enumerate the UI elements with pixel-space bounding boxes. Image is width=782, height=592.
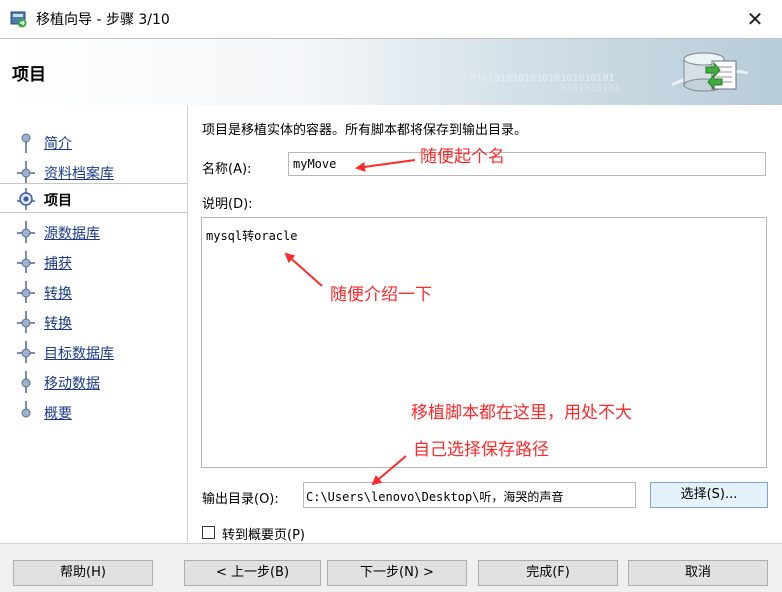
step-convert-1[interactable]: 转换 (0, 277, 187, 305)
step-convert-2[interactable]: 转换 (0, 307, 187, 335)
name-input[interactable]: myMove (288, 152, 766, 176)
annotation-name: 随便起个名 (420, 147, 505, 167)
name-label: 名称(A): (202, 162, 252, 177)
goto-summary-checkbox[interactable] (202, 526, 215, 539)
cancel-button[interactable]: 取消 (628, 560, 768, 586)
app-icon (10, 11, 27, 28)
step-description: 项目是移植实体的容器。所有脚本都将保存到输出目录。 (202, 123, 528, 138)
title-bar: 移植向导 - 步骤 3/10 ✕ (0, 0, 782, 38)
output-dir-input[interactable]: C:\Users\lenovo\Desktop\听，海哭的声音 (303, 482, 636, 508)
step-label[interactable]: 捕获 (44, 253, 72, 273)
step-label[interactable]: 简介 (44, 133, 72, 153)
step-marker-icon (21, 401, 31, 418)
finish-button[interactable]: 完成(F) (478, 560, 618, 586)
step-target-database[interactable]: 目标数据库 (0, 337, 187, 365)
binary-decoration-2: 0101010101 (560, 83, 621, 94)
step-label[interactable]: 目标数据库 (44, 343, 114, 363)
step-marker-icon (17, 341, 35, 363)
step-current-icon (17, 188, 35, 210)
step-marker-icon (17, 161, 35, 183)
step-move-data[interactable]: 移动数据 (0, 367, 187, 395)
step-source-database[interactable]: 源数据库 (0, 217, 187, 245)
step-label[interactable]: 转换 (44, 283, 72, 303)
window-title: 移植向导 - 步骤 3/10 (36, 12, 170, 28)
database-migration-icon (672, 52, 748, 92)
choose-dir-button[interactable]: 选择(S)... (650, 482, 768, 508)
step-intro[interactable]: 简介 (0, 127, 187, 155)
step-marker-icon (17, 311, 35, 333)
output-dir-label: 输出目录(O): (202, 492, 279, 507)
wizard-steps-sidebar: 简介 资料档案库 项目 源数据库 捕获 转换 转换 目标数据库 移动数据 概要 (0, 105, 188, 542)
step-capture[interactable]: 捕获 (0, 247, 187, 275)
annotation-scripts: 移植脚本都在这里，用处不大 (411, 403, 632, 423)
step-title: 项目 (12, 65, 46, 85)
description-textarea[interactable]: mysql转oracle (201, 217, 767, 468)
help-button[interactable]: 帮助(H) (13, 560, 153, 586)
description-label: 说明(D): (202, 197, 253, 212)
back-button[interactable]: < 上一步(B) (184, 560, 321, 586)
step-label: 项目 (44, 193, 72, 209)
step-summary[interactable]: 概要 (0, 397, 187, 425)
next-button[interactable]: 下一步(N) > (327, 560, 467, 586)
annotation-description: 随便介绍一下 (330, 285, 432, 305)
step-label[interactable]: 概要 (44, 403, 72, 423)
step-project[interactable]: 项目 (0, 183, 187, 213)
step-repository[interactable]: 资料档案库 (0, 157, 187, 185)
step-label[interactable]: 移动数据 (44, 373, 100, 393)
step-label[interactable]: 资料档案库 (44, 163, 114, 183)
wizard-footer: 帮助(H) < 上一步(B) 下一步(N) > 完成(F) 取消 (0, 543, 782, 592)
project-form: 项目是移植实体的容器。所有脚本都将保存到输出目录。 名称(A): myMove … (188, 105, 782, 543)
step-marker-icon (21, 133, 31, 153)
close-icon[interactable]: ✕ (742, 6, 768, 32)
annotation-path: 自己选择保存路径 (413, 440, 549, 460)
step-marker-icon (17, 251, 35, 273)
goto-summary-label[interactable]: 转到概要页(P) (222, 524, 305, 543)
step-marker-icon (17, 221, 35, 243)
step-header: 项目 010101010101010101010101 0101010101 (0, 38, 782, 106)
step-label[interactable]: 源数据库 (44, 223, 100, 243)
step-marker-icon (21, 371, 31, 393)
step-marker-icon (17, 281, 35, 303)
step-label[interactable]: 转换 (44, 313, 72, 333)
